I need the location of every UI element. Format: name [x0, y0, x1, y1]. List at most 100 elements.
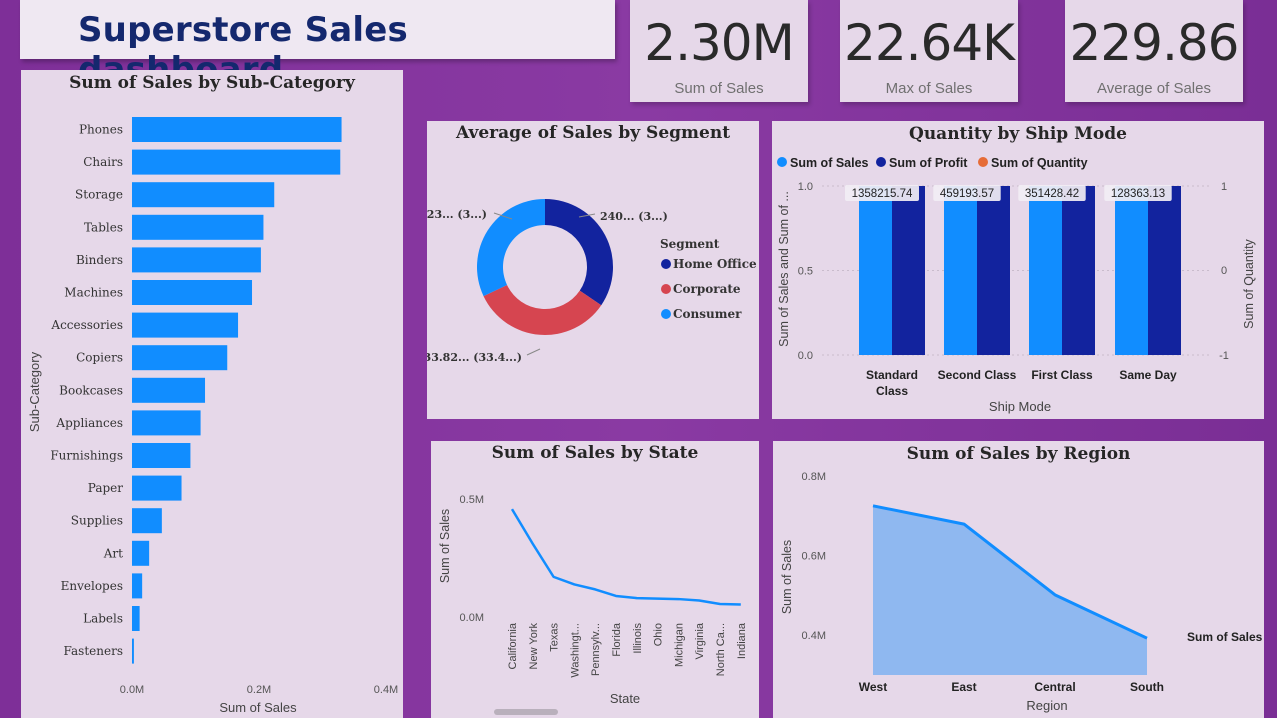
- data-label: 233.82... (33.4...): [427, 351, 522, 364]
- series-line: [510, 508, 741, 606]
- bar-sum-of-sales: [1115, 186, 1148, 355]
- category-label: Indiana: [736, 622, 748, 659]
- category-label: Texas: [549, 623, 561, 652]
- bar: [132, 280, 253, 305]
- legend-label: Home Office: [673, 257, 757, 271]
- data-label: 1358215.74: [852, 188, 913, 200]
- category-label: Storage: [75, 188, 123, 202]
- kpi-card-sum-sales[interactable]: 2.30M Sum of Sales: [630, 0, 808, 102]
- x-axis-title: State: [610, 691, 640, 706]
- y-axis-title: Sum of Sales: [438, 509, 452, 583]
- data-label: 459193.57: [940, 188, 994, 200]
- dashboard-title-box: Superstore Sales dashboard: [20, 0, 615, 90]
- category-label: Binders: [76, 253, 123, 267]
- x-axis-title: Sum of Sales: [219, 700, 297, 715]
- category-label: Illinois: [632, 623, 644, 654]
- bar: [132, 606, 140, 631]
- category-label: Paper: [88, 481, 123, 495]
- subcategory-chart-panel[interactable]: Sum of Sales by Sub-Category Phones Chair…: [21, 70, 403, 718]
- legend-marker: [978, 157, 988, 167]
- legend-marker: [777, 157, 787, 167]
- category-label: Standard: [866, 368, 918, 382]
- legend-marker: [876, 157, 886, 167]
- horizontal-scrollbar: [494, 709, 558, 715]
- legend-marker: [661, 284, 671, 294]
- y-axis-title: Sum of Sales and Sum of ...: [777, 191, 791, 347]
- kpi-value: 22.64K: [844, 14, 1015, 72]
- series-label: Sum of Sales: [1187, 630, 1263, 644]
- y-axis-title: Sum of Sales: [780, 540, 794, 614]
- data-label: 351428.42: [1025, 188, 1079, 200]
- y-tick-label: 0.8M: [802, 471, 826, 483]
- shipmode-bar-chart: Sum of Sales Sum of Profit Sum of Quantity…: [777, 156, 1256, 414]
- bar-sum-of-profit: [1062, 186, 1095, 355]
- legend-title: Segment: [660, 237, 720, 251]
- subcategory-bar-chart: Phones Chairs Storage Tables Binders Machines…: [27, 117, 398, 715]
- bar: [132, 638, 134, 664]
- category-label: Bookcases: [59, 383, 123, 397]
- category-label: East: [951, 680, 976, 694]
- y-axis-title: Sub-Category: [27, 351, 42, 432]
- x-tick-label: 0.0M: [120, 684, 144, 696]
- legend-label: Consumer: [673, 307, 742, 321]
- y2-tick-label: 0: [1221, 265, 1227, 277]
- category-label: Pennsylv...: [590, 623, 602, 676]
- category-label: New York: [528, 623, 540, 670]
- bar: [132, 247, 261, 273]
- category-label: Art: [103, 546, 123, 560]
- category-label: Envelopes: [61, 579, 123, 593]
- bar: [132, 410, 201, 436]
- data-label: 240... (3...): [600, 210, 668, 223]
- legend-label: Corporate: [673, 282, 741, 296]
- category-label: Fasteners: [64, 644, 123, 658]
- category-label: Furnishings: [50, 449, 123, 463]
- bar: [132, 475, 182, 501]
- bar: [132, 508, 162, 534]
- category-label: Tables: [84, 220, 123, 234]
- bar: [132, 443, 191, 468]
- bar: [132, 345, 228, 371]
- category-label: Central: [1034, 680, 1075, 694]
- legend-label: Sum of Profit: [889, 156, 968, 170]
- category-label: North Ca...: [715, 623, 727, 676]
- category-label: Supplies: [71, 514, 123, 528]
- category-label: First Class: [1031, 368, 1093, 382]
- kpi-card-average-sales[interactable]: 229.86 Average of Sales: [1065, 0, 1243, 102]
- shipmode-chart-panel[interactable]: Quantity by Ship Mode Sum of Sales Sum of…: [772, 121, 1264, 419]
- category-label: Michigan: [673, 623, 685, 667]
- legend-label: Sum of Sales: [790, 156, 869, 170]
- category-label: Same Day: [1119, 368, 1177, 382]
- x-axis-title: Ship Mode: [989, 399, 1051, 414]
- segment-chart-panel[interactable]: Average of Sales by Segment 240... (3...…: [427, 121, 759, 419]
- y2-tick-label: 1: [1221, 181, 1227, 193]
- bar: [132, 312, 239, 338]
- category-label: Phones: [79, 123, 123, 137]
- data-label: 128363.13: [1111, 188, 1165, 200]
- bar: [132, 214, 264, 240]
- kpi-card-max-sales[interactable]: 22.64K Max of Sales: [840, 0, 1018, 102]
- bar-sum-of-profit: [892, 186, 925, 355]
- y-tick-label: 0.5: [798, 266, 813, 278]
- kpi-value: 229.86: [1069, 14, 1240, 72]
- y-tick-label: 0.0: [798, 350, 813, 362]
- y-tick-label: 0.6M: [802, 551, 826, 563]
- bar: [132, 573, 143, 599]
- legend-marker: [661, 259, 671, 269]
- state-chart-panel[interactable]: Sum of Sales by State 0.5M 0.0M California…: [431, 441, 759, 718]
- legend-marker: [661, 309, 671, 319]
- category-label: Ohio: [653, 623, 665, 646]
- bar-sum-of-profit: [977, 186, 1010, 355]
- donut-slice: [477, 199, 545, 297]
- y2-tick-label: -1: [1219, 350, 1229, 362]
- y-tick-label: 0.5M: [460, 494, 484, 506]
- category-label: Machines: [64, 286, 123, 300]
- region-chart-panel[interactable]: Sum of Sales by Region 0.4M 0.6M 0.8M West E…: [773, 441, 1264, 718]
- category-label: West: [859, 680, 887, 694]
- x-tick-label: 0.4M: [374, 684, 398, 696]
- bar: [132, 117, 342, 142]
- category-label: Class: [876, 384, 908, 398]
- kpi-label: Sum of Sales: [674, 80, 764, 97]
- kpi-value: 2.30M: [644, 14, 794, 72]
- category-label: Accessories: [50, 318, 123, 332]
- bar-sum-of-sales: [1029, 186, 1062, 355]
